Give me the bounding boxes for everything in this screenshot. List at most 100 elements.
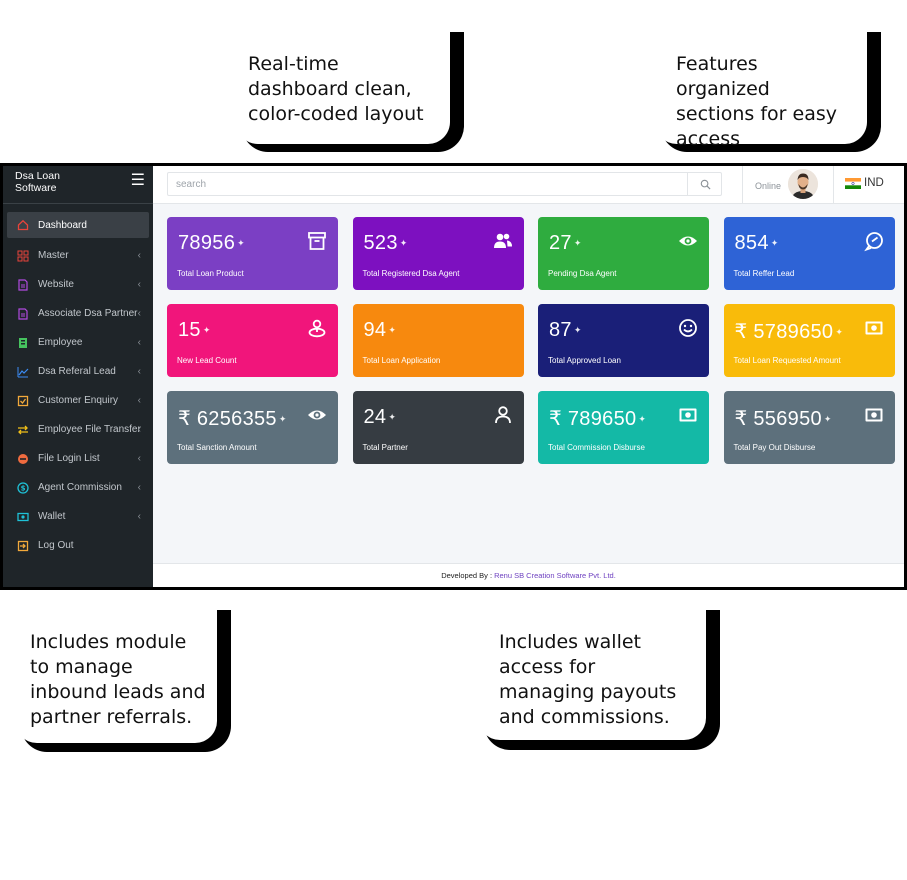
callout-sections: Features organized sections for easy acc… bbox=[655, 32, 867, 150]
sidebar-item-dashboard[interactable]: Dashboard bbox=[7, 212, 149, 238]
stat-card-total-registered-dsa-agent[interactable]: 523 ✦ Total Registered Dsa Agent bbox=[352, 217, 524, 290]
sparkle-icon: ✦ bbox=[573, 238, 582, 249]
stat-value: 87 ✦ bbox=[549, 319, 582, 342]
avatar[interactable] bbox=[788, 169, 818, 199]
stat-label: Total Pay Out Disburse bbox=[733, 443, 816, 452]
brand-name-line1: Dsa Loan bbox=[15, 170, 60, 182]
sidebar-item-customer-enquiry[interactable]: Customer Enquiry ‹ bbox=[3, 386, 153, 415]
stat-value: 27 ✦ bbox=[549, 232, 582, 255]
callout-dashboard: Real-time dashboard clean, color-coded l… bbox=[236, 32, 450, 144]
stat-card-total-pay-out-disburse[interactable]: ₹ 556950 ✦ Total Pay Out Disburse bbox=[723, 391, 895, 464]
chevron-left-icon: ‹ bbox=[137, 395, 141, 406]
money-icon bbox=[863, 317, 885, 339]
archive-icon bbox=[306, 230, 328, 252]
chevron-left-icon: ‹ bbox=[137, 453, 141, 464]
chevron-left-icon: ‹ bbox=[137, 424, 141, 435]
user-icon bbox=[492, 404, 514, 426]
stat-number: ₹ 6256355 bbox=[178, 408, 277, 430]
stat-card-total-loan-requested-amount[interactable]: ₹ 5789650 ✦ Total Loan Requested Amount bbox=[723, 304, 895, 377]
stat-number: 27 bbox=[549, 232, 572, 254]
stat-card-total-approved-loan[interactable]: 87 ✦ Total Approved Loan bbox=[538, 304, 709, 377]
sidebar-item-wallet[interactable]: Wallet ‹ bbox=[3, 502, 153, 531]
stat-number: 854 bbox=[734, 232, 769, 254]
smile-icon bbox=[677, 317, 699, 339]
stat-card-total-loan-product[interactable]: 78956 ✦ Total Loan Product bbox=[167, 217, 338, 290]
stat-label: Total Loan Application bbox=[362, 356, 441, 365]
stat-number: 15 bbox=[178, 319, 201, 341]
stat-card-total-loan-application[interactable]: 94 ✦ Total Loan Application bbox=[352, 304, 524, 377]
footer-company-link[interactable]: Renu SB Creation Software Pvt. Ltd. bbox=[494, 571, 616, 580]
divider bbox=[742, 166, 743, 204]
checkbox-icon bbox=[17, 395, 29, 407]
search-button[interactable] bbox=[687, 172, 722, 196]
divider bbox=[833, 166, 834, 204]
stat-label: New Lead Count bbox=[177, 356, 237, 365]
sidebar-item-agent-commission[interactable]: $ Agent Commission ‹ bbox=[3, 473, 153, 502]
search-icon bbox=[700, 179, 711, 190]
circle-minus-icon bbox=[17, 453, 29, 465]
chevron-left-icon: ‹ bbox=[137, 279, 141, 290]
sparkle-icon: ✦ bbox=[237, 238, 245, 249]
eye-icon bbox=[677, 230, 699, 252]
chevron-left-icon: ‹ bbox=[137, 308, 141, 319]
stat-value: 854 ✦ bbox=[735, 232, 779, 255]
sparkle-icon: ✦ bbox=[202, 325, 211, 336]
sidebar-item-label: Dashboard bbox=[38, 219, 87, 231]
language-selector[interactable]: IND bbox=[845, 177, 884, 189]
topbar: search Online IND bbox=[153, 166, 904, 204]
location-icon bbox=[306, 317, 328, 339]
users-icon bbox=[492, 230, 514, 252]
stat-value: 523 ✦ bbox=[364, 232, 408, 255]
avatar-image bbox=[788, 169, 818, 199]
stat-label: Total Reffer Lead bbox=[733, 269, 795, 278]
home-icon bbox=[17, 219, 29, 231]
stat-number: 87 bbox=[549, 319, 572, 341]
sparkle-icon: ✦ bbox=[638, 414, 647, 425]
sidebar-item-employee-file-transfer[interactable]: Employee File Transfer ‹ bbox=[3, 415, 153, 444]
chat-icon bbox=[863, 230, 885, 252]
sidebar-item-employee[interactable]: Employee ‹ bbox=[3, 328, 153, 357]
sidebar-item-website[interactable]: Website ‹ bbox=[3, 270, 153, 299]
svg-text:$: $ bbox=[21, 484, 26, 492]
logout-icon bbox=[17, 540, 29, 552]
stat-label: Total Registered Dsa Agent bbox=[362, 269, 460, 278]
sparkle-icon: ✦ bbox=[770, 238, 779, 249]
online-status: Online bbox=[755, 181, 782, 191]
stat-label: Total Commission Disburse bbox=[548, 443, 645, 452]
stat-card-total-partner[interactable]: 24 ✦ Total Partner bbox=[352, 391, 524, 464]
stat-value: ₹ 5789650 ✦ bbox=[735, 319, 844, 344]
stat-label: Total Partner bbox=[362, 443, 408, 452]
stat-card-total-commission-disburse[interactable]: ₹ 789650 ✦ Total Commission Disburse bbox=[538, 391, 709, 464]
chevron-left-icon: ‹ bbox=[137, 250, 141, 261]
sidebar-item-label: Website bbox=[38, 279, 74, 290]
main-content: search Online IND 78956 ✦ Total Loan Pro… bbox=[153, 166, 904, 587]
sidebar-item-label: Log Out bbox=[38, 540, 74, 551]
sidebar-item-log-out[interactable]: Log Out bbox=[3, 531, 153, 560]
callout-wallet: Includes wallet access for managing payo… bbox=[478, 610, 706, 740]
stat-card-pending-dsa-agent[interactable]: 27 ✦ Pending Dsa Agent bbox=[538, 217, 709, 290]
sidebar-item-label: Employee bbox=[38, 337, 83, 348]
sidebar-item-master[interactable]: Master ‹ bbox=[3, 241, 153, 270]
stat-value: ₹ 6256355 ✦ bbox=[178, 406, 287, 431]
sparkle-icon: ✦ bbox=[278, 414, 287, 425]
stat-number: ₹ 5789650 bbox=[734, 321, 834, 343]
brand: Dsa Loan Software ☰ bbox=[3, 166, 153, 204]
app-window: Dsa Loan Software ☰ Dashboard Master ‹ Webs… bbox=[0, 163, 907, 590]
search-input[interactable]: search bbox=[167, 172, 722, 196]
sidebar-item-label: Employee File Transfer bbox=[38, 424, 141, 435]
sidebar-item-label: Master bbox=[38, 250, 69, 261]
transfer-icon bbox=[17, 424, 29, 436]
sidebar-item-label: Associate Dsa Partner bbox=[38, 308, 138, 319]
sidebar-item-associate-dsa-partner[interactable]: Associate Dsa Partner ‹ bbox=[3, 299, 153, 328]
stat-number: 523 bbox=[363, 232, 398, 254]
stat-card-new-lead-count[interactable]: 15 ✦ New Lead Count bbox=[167, 304, 338, 377]
stat-card-total-sanction-amount[interactable]: ₹ 6256355 ✦ Total Sanction Amount bbox=[167, 391, 338, 464]
stat-label: Total Sanction Amount bbox=[177, 443, 257, 452]
stat-number: 24 bbox=[363, 406, 387, 428]
hamburger-icon[interactable]: ☰ bbox=[131, 173, 145, 189]
sidebar-item-file-login-list[interactable]: File Login List ‹ bbox=[3, 444, 153, 473]
sidebar-item-dsa-referal-lead[interactable]: Dsa Referal Lead ‹ bbox=[3, 357, 153, 386]
stat-card-total-reffer-lead[interactable]: 854 ✦ Total Reffer Lead bbox=[723, 217, 895, 290]
stat-label: Pending Dsa Agent bbox=[548, 269, 617, 278]
india-flag-icon bbox=[845, 177, 861, 189]
